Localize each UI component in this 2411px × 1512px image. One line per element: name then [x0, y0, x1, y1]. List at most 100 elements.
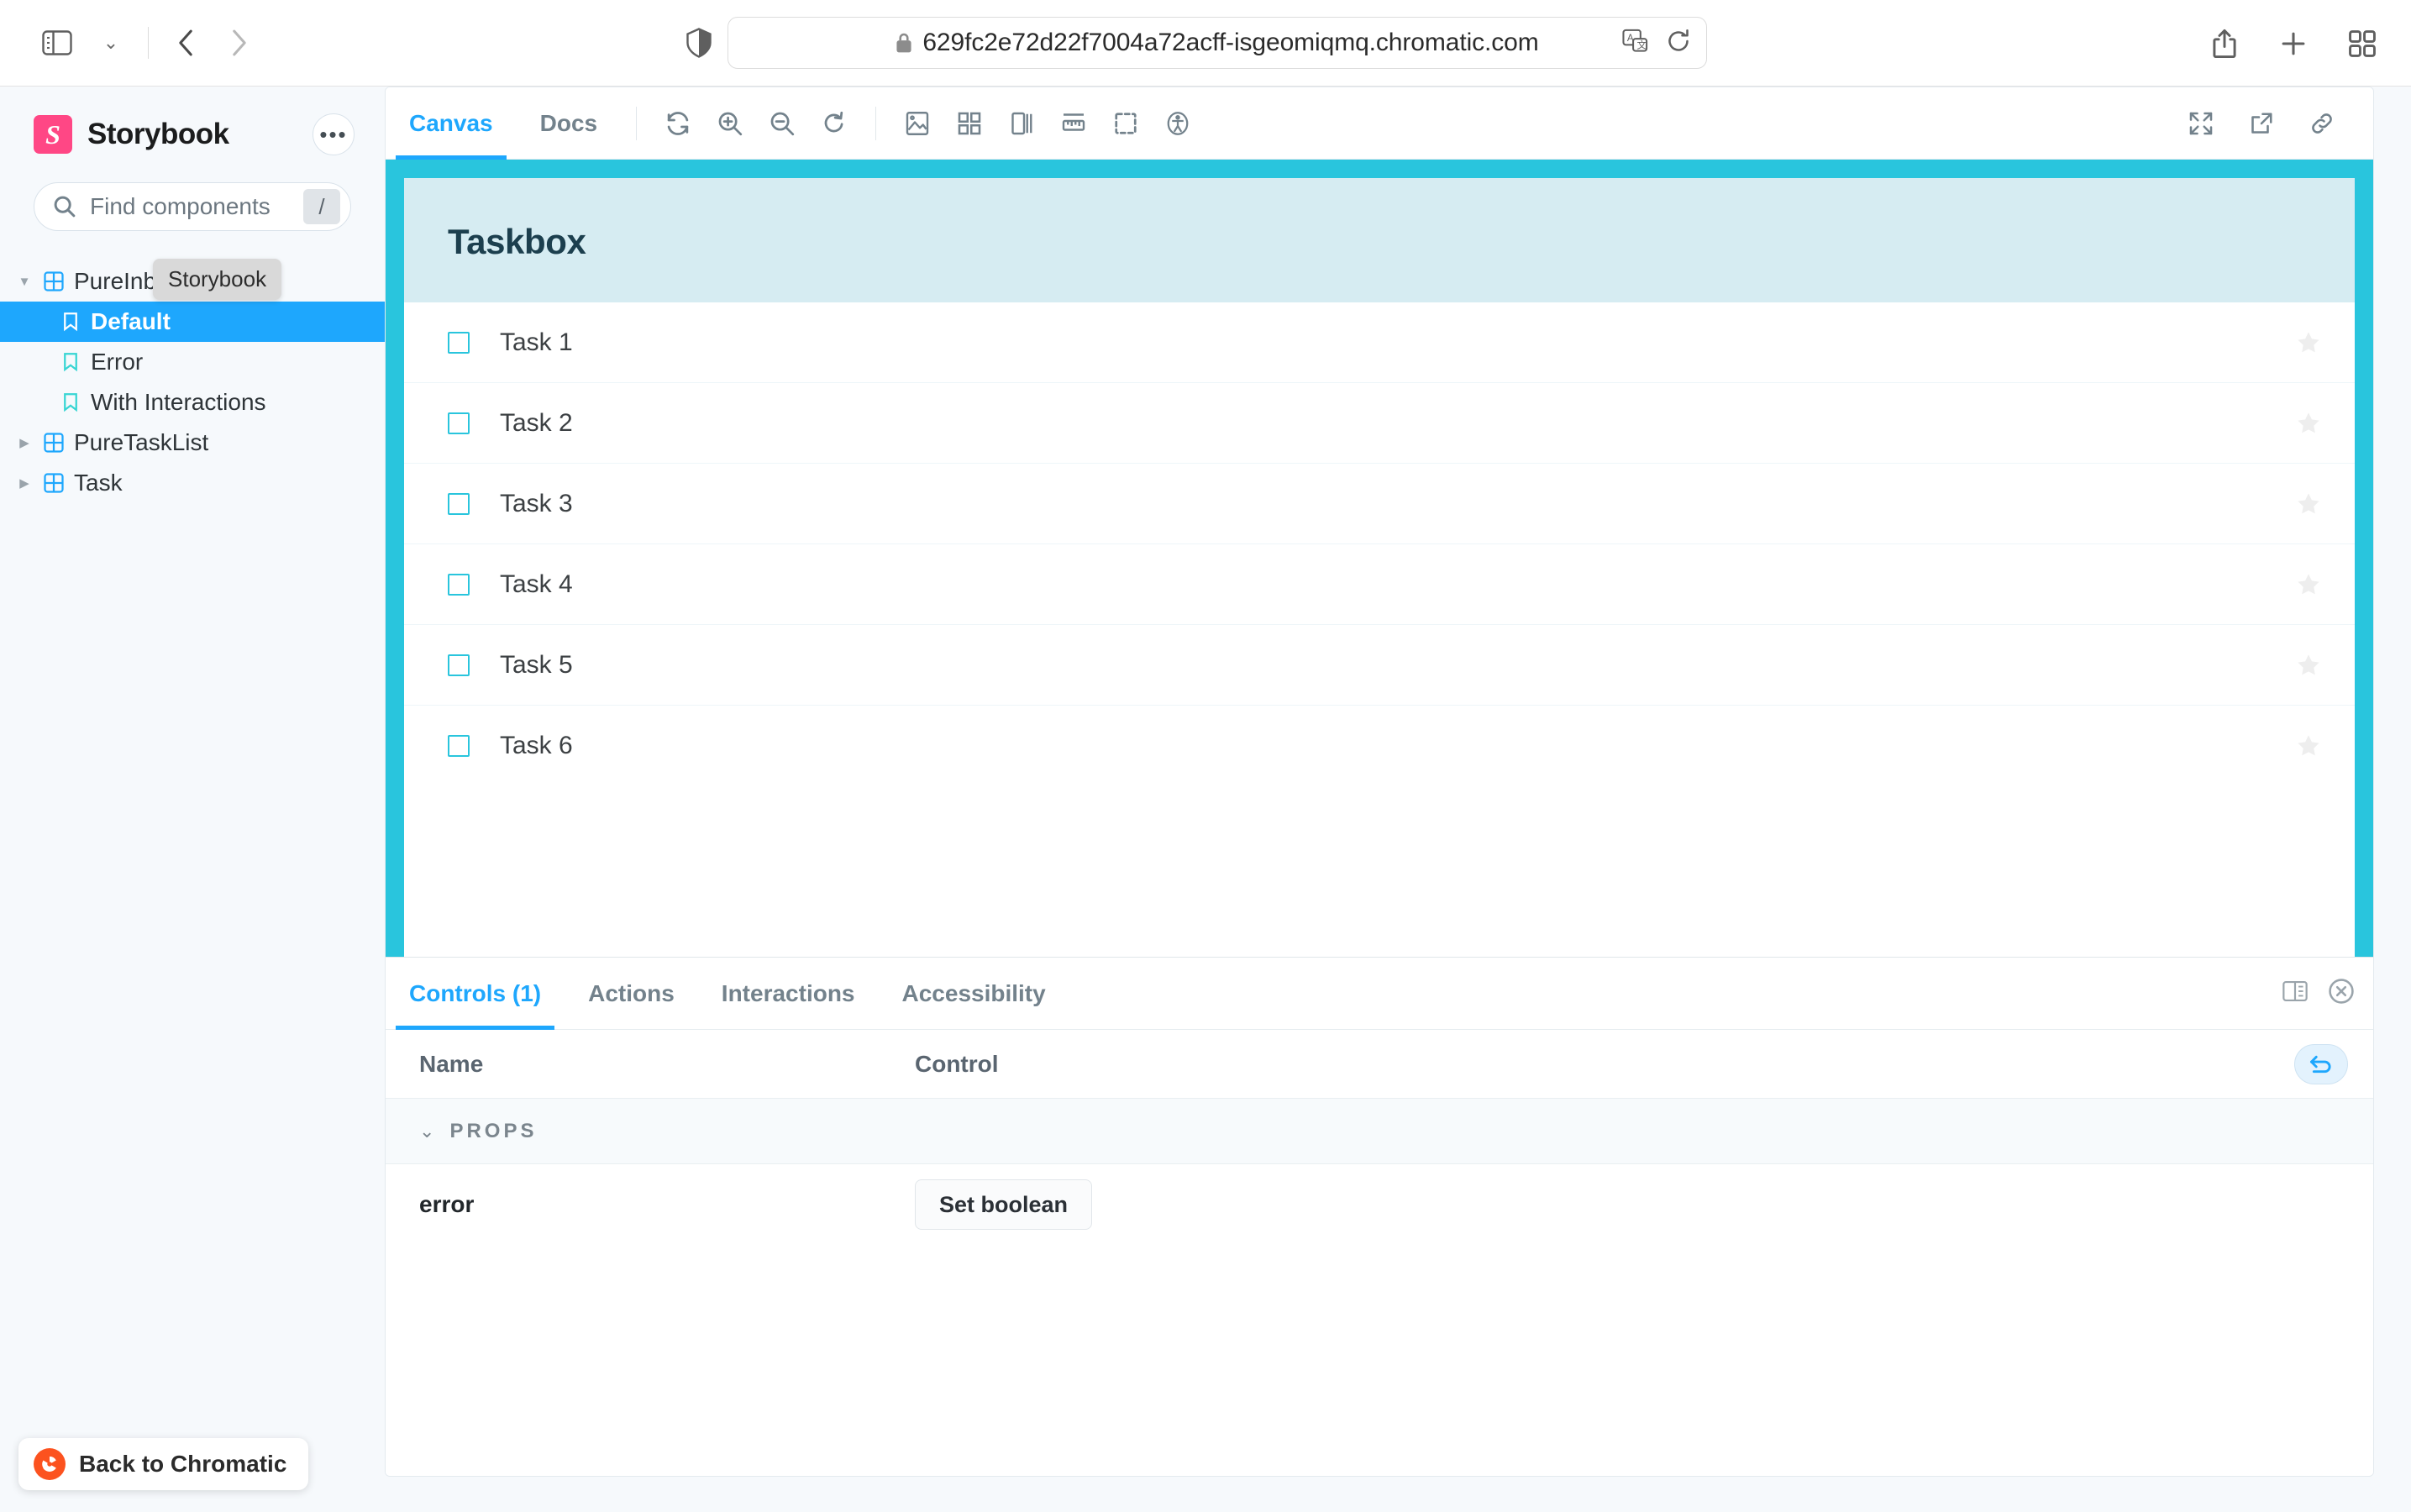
addon-tab-bar: Controls (1) Actions Interactions Access…	[386, 958, 2373, 1030]
story-icon	[54, 392, 87, 412]
plus-icon[interactable]	[2270, 19, 2317, 68]
task-row[interactable]: Task 2	[404, 383, 2355, 464]
grid-icon[interactable]	[943, 97, 995, 150]
task-checkbox[interactable]	[448, 492, 470, 515]
reset-controls-button[interactable]	[2294, 1043, 2348, 1084]
copy-link-icon[interactable]	[2296, 97, 2348, 150]
taskbox: Taskbox Task 1 Task 2 Task 3 Task 4 Task…	[404, 178, 2355, 957]
task-row[interactable]: Task 6	[404, 706, 2355, 786]
preview-toolbar: Canvas Docs	[386, 87, 2373, 160]
svg-text:文: 文	[1636, 39, 1647, 50]
task-row[interactable]: Task 3	[404, 464, 2355, 544]
component-icon	[37, 473, 71, 493]
search-placeholder: Find components	[90, 193, 271, 219]
share-icon[interactable]	[2201, 19, 2248, 68]
page-title: Taskbox	[448, 222, 586, 261]
task-title[interactable]: Task 6	[500, 732, 2296, 760]
toolbar-divider	[148, 27, 149, 59]
measure-icon[interactable]	[1048, 97, 1100, 150]
task-title[interactable]: Task 4	[500, 570, 2296, 599]
task-checkbox[interactable]	[448, 654, 470, 676]
remount-icon[interactable]	[652, 97, 704, 150]
fullscreen-icon[interactable]	[2175, 97, 2227, 150]
tab-actions[interactable]: Actions	[565, 958, 698, 1030]
task-title[interactable]: Task 3	[500, 490, 2296, 518]
zoom-out-icon[interactable]	[756, 97, 808, 150]
back-arrow-icon[interactable]	[159, 18, 213, 67]
tab-overview-icon[interactable]	[2339, 19, 2386, 68]
task-checkbox[interactable]	[448, 735, 470, 757]
sidebar-toggle-icon[interactable]	[30, 18, 84, 67]
sidebar-item-with-interactions[interactable]: With Interactions	[0, 382, 385, 423]
task-checkbox[interactable]	[448, 331, 470, 354]
control-row-error: error Set boolean	[386, 1164, 2373, 1245]
sidebar-item-error[interactable]: Error	[0, 342, 385, 382]
sidebar-item-puretasklist[interactable]: ▶ PureTaskList	[0, 423, 385, 463]
main-area: Canvas Docs Taskbox Task 1 Task 2 Task 3…	[385, 87, 2411, 1512]
accessibility-icon[interactable]	[1152, 97, 1204, 150]
chevron-down-icon[interactable]: ▼	[12, 275, 37, 289]
pin-star-icon[interactable]	[2296, 653, 2321, 678]
open-new-tab-icon[interactable]	[2235, 97, 2288, 150]
set-boolean-button[interactable]: Set boolean	[915, 1179, 1093, 1230]
pin-star-icon[interactable]	[2296, 330, 2321, 355]
task-title[interactable]: Task 1	[500, 328, 2296, 357]
task-checkbox[interactable]	[448, 412, 470, 434]
pin-star-icon[interactable]	[2296, 572, 2321, 597]
backgrounds-icon[interactable]	[891, 97, 943, 150]
pin-star-icon[interactable]	[2296, 491, 2321, 517]
story-icon	[54, 352, 87, 372]
taskbox-header: Taskbox	[404, 178, 2355, 302]
sidebar: S Storybook ••• Storybook Find component…	[0, 87, 385, 1512]
close-panel-icon[interactable]	[2328, 978, 2355, 1009]
back-to-chromatic-button[interactable]: Back to Chromatic	[18, 1438, 309, 1490]
task-list: Task 1 Task 2 Task 3 Task 4 Task 5 Task …	[404, 302, 2355, 786]
browser-toolbar: ⌄ 629fc2e72d22f7004a72acff-isgeomiqmq.ch…	[0, 0, 2411, 87]
sidebar-item-label: PureTaskList	[74, 429, 209, 455]
sidebar-item-task[interactable]: ▶ Task	[0, 463, 385, 503]
controls-table-header: Name Control	[386, 1030, 2373, 1099]
zoom-reset-icon[interactable]	[808, 97, 860, 150]
tab-canvas[interactable]: Canvas	[386, 87, 517, 160]
viewport-icon[interactable]	[995, 97, 1048, 150]
reload-icon[interactable]	[1666, 29, 1691, 58]
address-bar[interactable]: 629fc2e72d22f7004a72acff-isgeomiqmq.chro…	[728, 17, 1707, 69]
toolbar-divider	[875, 106, 877, 140]
chevron-right-icon[interactable]: ▶	[12, 475, 37, 491]
sidebar-item-default[interactable]: Default	[0, 302, 385, 342]
task-row[interactable]: Task 5	[404, 625, 2355, 706]
chevron-down-icon[interactable]: ⌄	[84, 18, 138, 67]
tab-controls[interactable]: Controls (1)	[386, 958, 565, 1030]
search-input[interactable]: Find components /	[34, 182, 351, 231]
storybook-brand[interactable]: S Storybook	[34, 115, 229, 154]
search-shortcut-badge: /	[303, 189, 340, 224]
sidebar-item-label: Task	[74, 470, 123, 496]
controls-section-props[interactable]: ⌄ PROPS	[386, 1099, 2373, 1164]
tab-interactions[interactable]: Interactions	[698, 958, 879, 1030]
storybook-app: S Storybook ••• Storybook Find component…	[0, 87, 2411, 1512]
shield-icon[interactable]	[672, 18, 726, 67]
chevron-down-icon[interactable]: ⌄	[419, 1121, 434, 1142]
translate-icon[interactable]: A 文	[1622, 29, 1649, 58]
pin-star-icon[interactable]	[2296, 411, 2321, 436]
panel-position-icon[interactable]	[2282, 980, 2308, 1006]
sidebar-menu-button[interactable]: •••	[313, 113, 355, 155]
task-title[interactable]: Task 5	[500, 651, 2296, 680]
tab-docs[interactable]: Docs	[517, 87, 621, 160]
pin-star-icon[interactable]	[2296, 733, 2321, 759]
component-icon	[37, 271, 71, 291]
task-title[interactable]: Task 2	[500, 409, 2296, 438]
tab-accessibility[interactable]: Accessibility	[879, 958, 1069, 1030]
forward-arrow-icon[interactable]	[213, 18, 266, 67]
chromatic-logo-icon	[34, 1448, 66, 1480]
lock-icon	[896, 32, 912, 54]
task-checkbox[interactable]	[448, 573, 470, 596]
outline-icon[interactable]	[1100, 97, 1152, 150]
task-row[interactable]: Task 4	[404, 544, 2355, 625]
back-to-chromatic-label: Back to Chromatic	[79, 1451, 287, 1477]
task-row[interactable]: Task 1	[404, 302, 2355, 383]
chevron-right-icon[interactable]: ▶	[12, 435, 37, 450]
zoom-in-icon[interactable]	[704, 97, 756, 150]
sidebar-item-label: Default	[91, 308, 171, 334]
search-icon	[53, 195, 76, 218]
